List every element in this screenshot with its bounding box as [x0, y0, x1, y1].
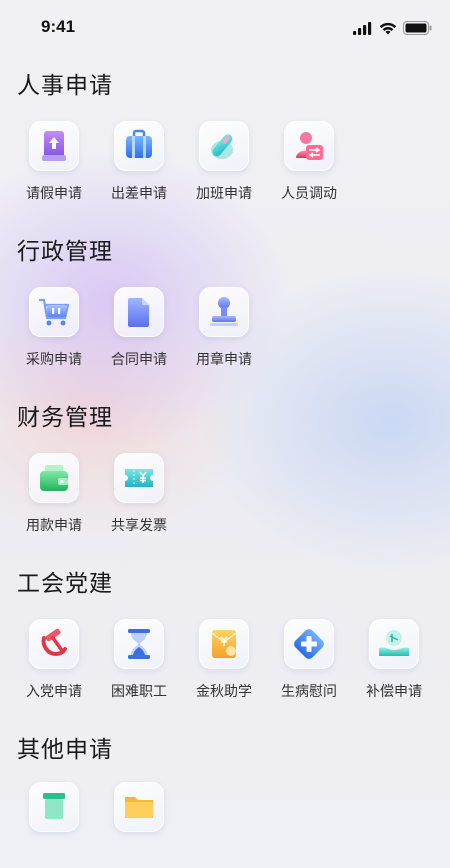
business-trip-button[interactable]: 出差申请 — [95, 121, 185, 207]
purchase-request-button[interactable]: 采购申请 — [10, 287, 100, 373]
compensation-request-button[interactable]: 补偿申请 — [350, 619, 440, 705]
document-icon — [43, 793, 65, 819]
item-label: 出差申请 — [111, 186, 167, 202]
item-label: 入党申请 — [26, 684, 82, 700]
leave-request-icon — [42, 131, 66, 161]
system-icons — [353, 20, 432, 36]
hourglass-icon — [128, 629, 150, 659]
party-emblem-icon — [41, 628, 67, 657]
item-label: 困难职工 — [111, 684, 167, 700]
other-item-document[interactable] — [10, 782, 100, 868]
item-label: 合同申请 — [111, 352, 167, 368]
wallet-icon — [40, 465, 68, 491]
overtime-icon — [211, 134, 233, 159]
needy-employee-button[interactable]: 困难职工 — [95, 619, 185, 705]
battery-icon — [403, 21, 432, 35]
seal-request-button[interactable]: 用章申请 — [180, 287, 270, 373]
status-time: 9:41 — [41, 17, 76, 36]
medical-cross-icon — [294, 629, 324, 659]
status-bar: 9:41 — [0, 0, 450, 56]
item-label: 用章申请 — [196, 352, 252, 368]
wifi-icon — [379, 22, 397, 34]
contract-request-button[interactable]: 合同申请 — [95, 287, 185, 373]
item-label: 用款申请 — [26, 518, 82, 534]
section-title: 其他申请 — [17, 737, 113, 763]
autumn-scholarship-button[interactable]: 金秋助学 — [180, 619, 270, 705]
signal-icon — [353, 21, 372, 35]
item-label: 采购申请 — [26, 352, 82, 368]
sick-visit-button[interactable]: 生病慰问 — [265, 619, 355, 705]
compensation-hand-icon — [379, 630, 409, 656]
item-label: 金秋助学 — [196, 684, 252, 700]
folder-icon — [125, 797, 153, 818]
contract-icon — [128, 298, 149, 327]
business-trip-icon — [126, 129, 152, 158]
item-label: 补偿申请 — [366, 684, 422, 700]
leave-request-button[interactable]: 请假申请 — [10, 121, 100, 207]
section-title: 行政管理 — [17, 239, 113, 265]
item-label: 请假申请 — [26, 186, 82, 202]
seal-stamp-icon — [210, 297, 238, 326]
other-item-folder[interactable] — [95, 782, 185, 868]
party-application-button[interactable]: 入党申请 — [10, 619, 100, 705]
item-label: 加班申请 — [196, 186, 252, 202]
shared-invoice-button[interactable]: 共享发票 — [95, 453, 185, 539]
invoice-ticket-icon — [125, 469, 153, 487]
item-label: 共享发票 — [111, 518, 167, 534]
section-title: 工会党建 — [17, 571, 113, 597]
overtime-button[interactable]: 加班申请 — [180, 121, 270, 207]
personnel-transfer-icon — [296, 132, 323, 160]
scholarship-envelope-icon — [211, 630, 237, 658]
section-title: 财务管理 — [17, 405, 113, 431]
personnel-transfer-button[interactable]: 人员调动 — [265, 121, 355, 207]
item-label: 生病慰问 — [281, 684, 337, 700]
shopping-cart-icon — [39, 298, 70, 326]
item-label: 人员调动 — [281, 186, 337, 202]
section-title: 人事申请 — [17, 73, 113, 99]
payment-request-button[interactable]: 用款申请 — [10, 453, 100, 539]
